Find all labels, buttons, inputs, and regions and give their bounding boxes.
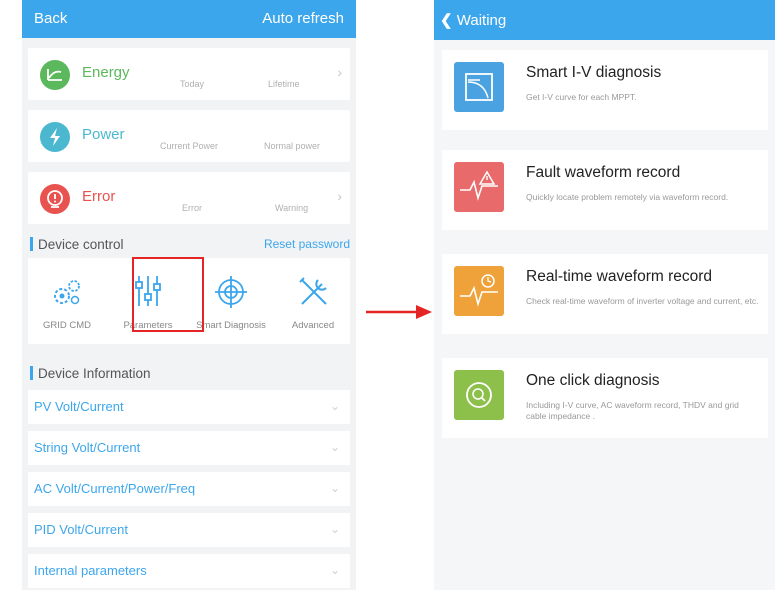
info-row-string[interactable]: String Volt/Current ⌄ <box>28 431 350 465</box>
fault-waveform-icon <box>454 162 504 212</box>
power-title: Power <box>82 126 125 143</box>
one-click-diagnosis-item[interactable]: One click diagnosis Including I-V curve,… <box>442 358 768 438</box>
target-icon <box>215 276 247 308</box>
realtime-waveform-icon <box>454 266 504 316</box>
top-bar: ❮ Waiting <box>434 0 775 40</box>
reset-password-link[interactable]: Reset password <box>264 237 350 251</box>
item-title: Smart I-V diagnosis <box>526 64 662 81</box>
iv-curve-icon <box>454 62 504 112</box>
chevron-right-icon: › <box>337 188 342 204</box>
energy-today-label: Today <box>180 79 205 89</box>
info-row-label: String Volt/Current <box>34 440 141 455</box>
error-icon <box>40 184 70 214</box>
auto-refresh-button[interactable]: Auto refresh <box>262 10 344 27</box>
item-title: One click diagnosis <box>526 372 660 389</box>
info-row-pid[interactable]: PID Volt/Current ⌄ <box>28 513 350 547</box>
advanced-label: Advanced <box>291 320 335 331</box>
grid-cmd-button[interactable]: GRID CMD <box>28 258 106 344</box>
error-card[interactable]: Error Error Warning › <box>28 172 350 224</box>
info-row-internal[interactable]: Internal parameters ⌄ <box>28 554 350 588</box>
smart-iv-diagnosis-item[interactable]: Smart I-V diagnosis Get I-V curve for ea… <box>442 50 768 130</box>
warning-count-label: Warning <box>275 203 309 213</box>
device-control-title: Device control <box>38 237 124 252</box>
error-count-label: Error <box>182 203 202 213</box>
realtime-waveform-record-item[interactable]: Real-time waveform record Check real-tim… <box>442 254 768 334</box>
gear-cluster-icon <box>54 280 80 305</box>
item-description: Including I-V curve, AC waveform record,… <box>526 400 739 421</box>
chevron-down-icon: ⌄ <box>329 522 340 536</box>
grid-cmd-label: GRID CMD <box>42 320 92 331</box>
item-description: Quickly locate problem remotely via wave… <box>526 192 729 202</box>
one-click-icon <box>454 370 504 420</box>
fault-waveform-record-item[interactable]: Fault waveform record Quickly locate pro… <box>442 150 768 230</box>
transition-arrow-icon <box>366 305 432 319</box>
info-row-label: Internal parameters <box>34 563 147 578</box>
chevron-left-icon: ❮ <box>440 12 453 29</box>
top-bar: Back Auto refresh <box>22 0 356 38</box>
chevron-down-icon: ⌄ <box>329 399 340 413</box>
device-information-title: Device Information <box>38 366 151 381</box>
advanced-button[interactable]: Advanced <box>276 258 350 344</box>
chevron-down-icon: ⌄ <box>329 563 340 577</box>
back-button[interactable]: Back <box>34 10 67 27</box>
info-row-label: PV Volt/Current <box>34 399 124 414</box>
highlight-box <box>132 257 204 332</box>
info-row-pv[interactable]: PV Volt/Current ⌄ <box>28 390 350 424</box>
diagnosis-screen: ❮ Waiting Smart I-V diagnosis Get I-V cu… <box>434 0 775 590</box>
energy-card[interactable]: Energy Today Lifetime › <box>28 48 350 100</box>
info-row-ac[interactable]: AC Volt/Current/Power/Freq ⌄ <box>28 472 350 506</box>
item-title: Real-time waveform record <box>526 268 713 285</box>
item-title: Fault waveform record <box>526 164 681 181</box>
chevron-right-icon: › <box>337 64 342 80</box>
back-button[interactable]: ❮ Waiting <box>440 11 506 29</box>
power-card[interactable]: Power Current Power Normal power <box>28 110 350 162</box>
power-icon <box>40 122 70 152</box>
current-power-label: Current Power <box>160 141 219 151</box>
back-label: Waiting <box>456 12 507 29</box>
device-screen: Back Auto refresh Energy Today Lifetime … <box>22 0 356 590</box>
info-row-label: AC Volt/Current/Power/Freq <box>34 481 196 496</box>
device-control-header: Device control Reset password <box>28 234 350 256</box>
item-description: Get I-V curve for each MPPT. <box>526 92 637 102</box>
chevron-down-icon: ⌄ <box>329 440 340 454</box>
info-row-label: PID Volt/Current <box>34 522 128 537</box>
energy-title: Energy <box>82 64 130 81</box>
tools-icon <box>299 277 327 305</box>
energy-lifetime-label: Lifetime <box>268 79 300 89</box>
chevron-down-icon: ⌄ <box>329 481 340 495</box>
error-title: Error <box>82 188 116 205</box>
item-description: Check real-time waveform of inverter vol… <box>526 296 759 306</box>
energy-icon <box>40 60 70 90</box>
normal-power-label: Normal power <box>264 141 321 151</box>
device-information-header: Device Information <box>28 363 350 385</box>
